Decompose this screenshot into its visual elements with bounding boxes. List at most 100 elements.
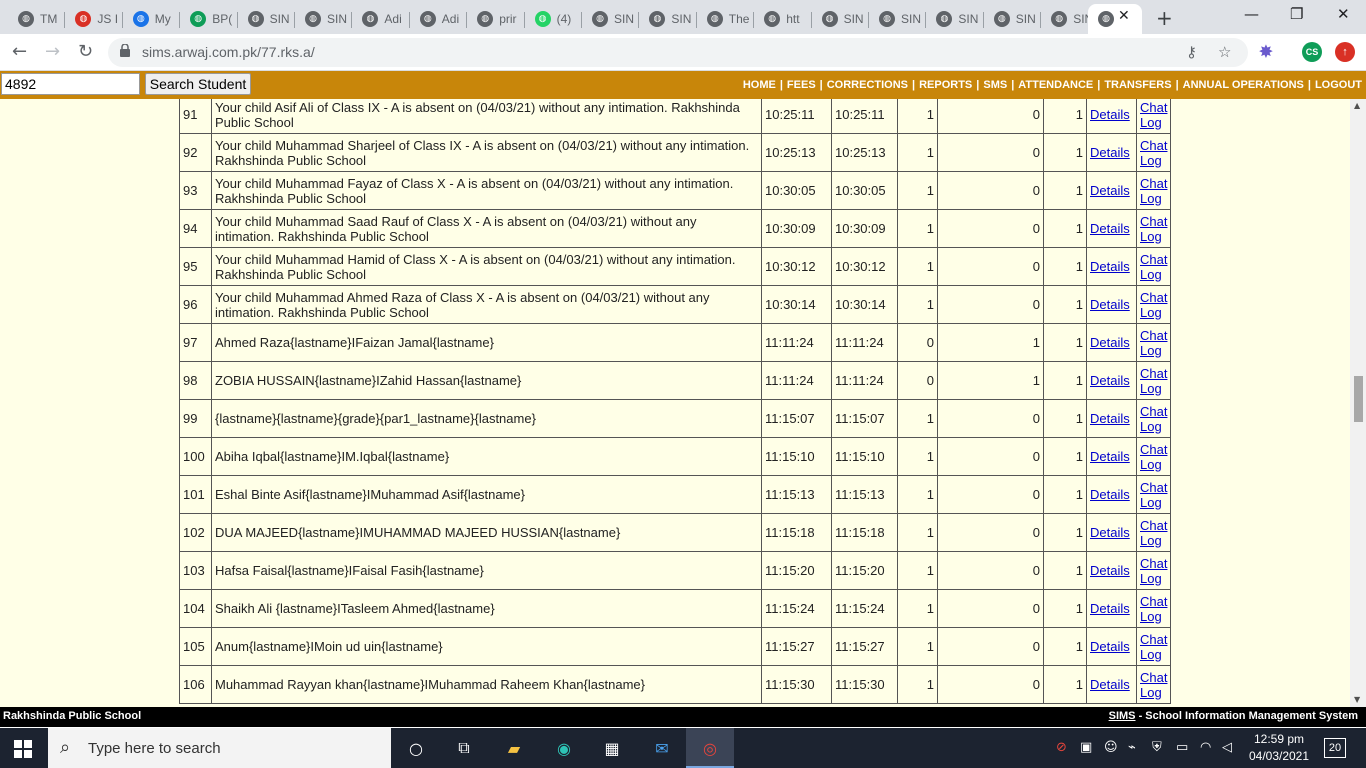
nav-link-sms[interactable]: SMS (983, 79, 1007, 91)
minimize-icon[interactable]: — (1244, 5, 1259, 23)
browser-tab[interactable]: ◍ SIN (984, 4, 1042, 34)
bookmark-star-icon[interactable]: ☆ (1218, 43, 1231, 61)
details-link[interactable]: Details (1090, 145, 1130, 160)
reload-icon[interactable]: ↻ (78, 41, 93, 62)
windows-start-icon[interactable] (14, 740, 32, 758)
browser-tab[interactable]: ◍ SIN (582, 4, 640, 34)
chrome-taskbar-button[interactable]: ◎ (686, 728, 734, 768)
browser-tab[interactable]: ◍ SIN (812, 4, 869, 34)
chat-log-link[interactable]: Chat Log (1140, 100, 1167, 130)
chat-log-link[interactable]: Chat Log (1140, 290, 1167, 320)
chat-log-link[interactable]: Chat Log (1140, 214, 1167, 244)
chat-log-link[interactable]: Chat Log (1140, 176, 1167, 206)
page-scrollbar[interactable]: ▲ ▼ (1350, 99, 1366, 707)
details-link[interactable]: Details (1090, 449, 1130, 464)
store-icon[interactable]: ▦ (600, 736, 624, 760)
details-link[interactable]: Details (1090, 107, 1130, 122)
details-link[interactable]: Details (1090, 487, 1130, 502)
mail-icon[interactable]: ✉ (650, 736, 674, 760)
browser-tab[interactable]: ◍ Adi (352, 4, 410, 34)
footer-sims-link[interactable]: SIMS (1109, 710, 1136, 722)
new-tab-icon[interactable]: + (1156, 6, 1173, 30)
chat-log-link[interactable]: Chat Log (1140, 480, 1167, 510)
volume-icon[interactable]: ◁ (1222, 740, 1232, 755)
active-tab[interactable]: ◍ (1088, 4, 1142, 34)
chat-log-link[interactable]: Chat Log (1140, 442, 1167, 472)
chat-log-link[interactable]: Chat Log (1140, 632, 1167, 662)
power-icon[interactable]: ▭ (1176, 740, 1188, 755)
browser-tab[interactable]: ◍ SIN (295, 4, 353, 34)
wifi-icon[interactable]: ◠ (1200, 740, 1211, 755)
nav-link-reports[interactable]: REPORTS (919, 79, 972, 91)
scroll-up-icon[interactable]: ▲ (1354, 101, 1360, 110)
nav-link-attendance[interactable]: ATTENDANCE (1018, 79, 1093, 91)
nav-link-home[interactable]: HOME (743, 79, 776, 91)
details-link[interactable]: Details (1090, 259, 1130, 274)
profile-avatar[interactable]: CS (1302, 42, 1322, 62)
details-link[interactable]: Details (1090, 601, 1130, 616)
close-window-icon[interactable]: ✕ (1337, 5, 1350, 23)
details-link[interactable]: Details (1090, 373, 1130, 388)
nav-link-transfers[interactable]: TRANSFERS (1104, 79, 1171, 91)
scroll-thumb[interactable] (1354, 376, 1363, 422)
chat-log-link[interactable]: Chat Log (1140, 670, 1167, 700)
nav-link-annual-operations[interactable]: ANNUAL OPERATIONS (1183, 79, 1304, 91)
file-explorer-icon[interactable]: ▰ (502, 736, 526, 760)
close-tab-icon[interactable]: ✕ (1118, 8, 1130, 24)
details-link[interactable]: Details (1090, 183, 1130, 198)
details-link[interactable]: Details (1090, 411, 1130, 426)
forward-icon[interactable]: → (45, 41, 60, 62)
browser-tab[interactable]: ◍ SIN (926, 4, 984, 34)
browser-tab[interactable]: ◍ SIN (639, 4, 697, 34)
back-icon[interactable]: ← (12, 41, 27, 62)
nav-link-corrections[interactable]: CORRECTIONS (827, 79, 908, 91)
security-icon[interactable]: ⛨ (1152, 740, 1162, 755)
browser-tab[interactable]: ◍ SIN (869, 4, 927, 34)
chat-log-link[interactable]: Chat Log (1140, 594, 1167, 624)
details-link[interactable]: Details (1090, 221, 1130, 236)
chat-log-link[interactable]: Chat Log (1140, 366, 1167, 396)
chat-log-link[interactable]: Chat Log (1140, 556, 1167, 586)
key-icon[interactable]: ⚷ (1186, 43, 1197, 61)
extension-icon[interactable]: ✸ (1256, 42, 1276, 62)
details-link[interactable]: Details (1090, 639, 1130, 654)
address-bar[interactable]: sims.arwaj.com.pk/77.rks.a/ ⚷ ☆ (108, 38, 1248, 67)
details-link[interactable]: Details (1090, 297, 1130, 312)
browser-tab[interactable]: ◍ Adi (410, 4, 468, 34)
meet-now-icon[interactable]: ▣ (1080, 740, 1092, 755)
student-id-input[interactable] (1, 73, 140, 95)
browser-tab[interactable]: ◍ (4) (525, 4, 582, 34)
maximize-icon[interactable]: ❐ (1290, 5, 1303, 23)
chat-log-link[interactable]: Chat Log (1140, 252, 1167, 282)
taskbar-search-box[interactable]: ⌕ Type here to search (48, 728, 391, 768)
scroll-down-icon[interactable]: ▼ (1354, 695, 1360, 704)
antivirus-icon[interactable]: ⊘ (1056, 740, 1067, 755)
search-student-button[interactable]: Search Student (145, 73, 251, 95)
system-clock[interactable]: 12:59 pm 04/03/2021 (1244, 731, 1314, 765)
browser-tab[interactable]: ◍ BP( (180, 4, 238, 34)
people-icon[interactable]: ☺ (1104, 740, 1118, 755)
chat-log-link[interactable]: Chat Log (1140, 138, 1167, 168)
nav-link-logout[interactable]: LOGOUT (1315, 79, 1362, 91)
notification-badge[interactable]: 20 (1324, 738, 1346, 758)
details-link[interactable]: Details (1090, 525, 1130, 540)
nav-link-fees[interactable]: FEES (787, 79, 816, 91)
browser-tab[interactable]: ◍ SIN (238, 4, 295, 34)
browser-tab[interactable]: ◍ My (123, 4, 181, 34)
browser-tab[interactable]: ◍ JS I (65, 4, 123, 34)
task-view-icon[interactable]: ⧉ (452, 736, 476, 760)
edge-icon[interactable]: ◉ (552, 736, 576, 760)
details-link[interactable]: Details (1090, 677, 1130, 692)
browser-tab[interactable]: ◍ TM (8, 4, 66, 34)
browser-tab[interactable]: ◍ The (697, 4, 755, 34)
chat-log-link[interactable]: Chat Log (1140, 328, 1167, 358)
chat-log-link[interactable]: Chat Log (1140, 518, 1167, 548)
browser-tab[interactable]: ◍ htt (754, 4, 812, 34)
update-icon[interactable]: ↑ (1335, 42, 1355, 62)
details-link[interactable]: Details (1090, 335, 1130, 350)
details-link[interactable]: Details (1090, 563, 1130, 578)
battery-icon[interactable]: ⌁ (1128, 740, 1136, 755)
cortana-icon[interactable]: ○ (404, 736, 428, 760)
chat-log-link[interactable]: Chat Log (1140, 404, 1167, 434)
browser-tab[interactable]: ◍ prir (467, 4, 525, 34)
